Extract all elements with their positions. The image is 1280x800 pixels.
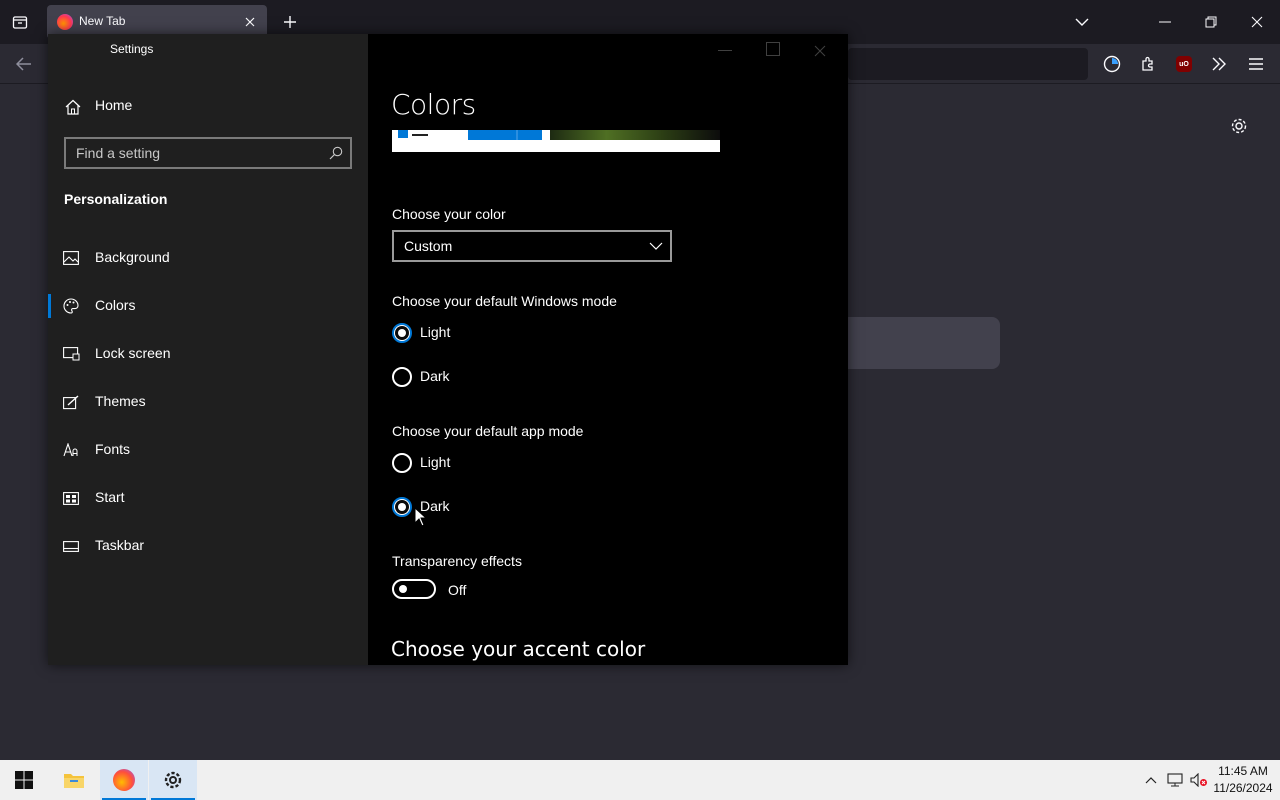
minimize-icon[interactable] [1142, 0, 1188, 44]
file-explorer-icon[interactable] [50, 760, 98, 800]
firefox-view-icon[interactable] [8, 10, 32, 34]
back-arrow-icon[interactable] [10, 52, 38, 76]
choose-color-label: Choose your color [392, 206, 506, 222]
clock-date: 11/26/2024 [1213, 781, 1273, 795]
app-mode-light-radio[interactable]: Light [392, 451, 592, 475]
sidebar-item-background[interactable]: Background [48, 238, 368, 278]
mouse-cursor-icon [414, 507, 426, 527]
palette-icon [62, 297, 80, 315]
settings-content: Colors Choose your color Custom Choose y… [368, 34, 848, 665]
restore-icon[interactable] [1188, 0, 1234, 44]
page-title: Colors [391, 88, 476, 121]
window-controls [710, 34, 848, 66]
sidebar-item-label: Colors [95, 297, 136, 313]
ublock-icon[interactable]: uO [1172, 52, 1196, 76]
selection-indicator [48, 294, 51, 318]
sidebar-item-label: Start [95, 489, 125, 505]
double-chevron-icon[interactable] [1207, 52, 1231, 76]
radio-indicator [392, 453, 412, 473]
hamburger-menu-icon[interactable] [1244, 52, 1268, 76]
firefox-taskbar-icon[interactable] [100, 760, 148, 800]
sidebar-item-start[interactable]: Start [48, 478, 368, 518]
sidebar-item-label: Fonts [95, 441, 131, 457]
extensions-puzzle-icon[interactable] [1136, 52, 1160, 76]
settings-window: Settings Home Find a setting Personaliza… [48, 34, 848, 665]
page-search-box[interactable] [848, 317, 1000, 369]
gear-icon[interactable] [1228, 115, 1250, 137]
firefox-icon [57, 14, 73, 30]
settings-gear-icon[interactable] [149, 760, 197, 800]
chevron-down-icon [648, 238, 664, 254]
search-placeholder: Find a setting [76, 145, 161, 161]
section-heading: Personalization [64, 191, 168, 207]
sidebar-item-home[interactable]: Home [48, 90, 368, 122]
sidebar-item-themes[interactable]: Themes [48, 382, 368, 422]
maximize-icon[interactable] [766, 42, 780, 56]
radio-indicator [392, 367, 412, 387]
sidebar-item-taskbar[interactable]: Taskbar [48, 526, 368, 566]
window-title: Settings [110, 42, 154, 56]
home-icon [64, 98, 82, 116]
radio-label: Dark [420, 368, 450, 384]
app-mode-label: Choose your default app mode [392, 423, 584, 439]
radio-indicator [392, 497, 412, 517]
radio-indicator [392, 323, 412, 343]
search-input[interactable]: Find a setting [64, 137, 352, 169]
close-icon[interactable] [814, 42, 828, 57]
taskbar-clock[interactable]: 11:45 AM 11/26/2024 [1208, 763, 1278, 797]
url-bar[interactable] [848, 48, 1088, 80]
start-icon [62, 489, 80, 507]
sidebar-item-label: Home [95, 97, 133, 113]
taskbar-icon [62, 537, 80, 555]
search-icon[interactable] [328, 145, 344, 161]
close-tab-icon[interactable] [241, 13, 259, 31]
minimize-icon[interactable] [718, 50, 732, 51]
sidebar-item-label: Themes [95, 393, 146, 409]
sidebar-item-label: Lock screen [95, 345, 171, 361]
accent-color-heading: Choose your accent color [391, 637, 646, 661]
transparency-toggle[interactable] [392, 579, 436, 599]
sidebar-item-lock-screen[interactable]: Lock screen [48, 334, 368, 374]
toggle-state-label: Off [448, 582, 467, 598]
new-tab-icon[interactable] [278, 10, 302, 34]
settings-sidebar: Settings Home Find a setting Personaliza… [48, 34, 368, 665]
sidebar-item-fonts[interactable]: Fonts [48, 430, 368, 470]
monitor-extension-icon[interactable] [1100, 52, 1124, 76]
choose-color-dropdown[interactable]: Custom [392, 230, 672, 262]
sidebar-item-colors[interactable]: Colors [48, 286, 368, 326]
chevron-down-icon[interactable] [1070, 10, 1094, 34]
windows-mode-dark-radio[interactable]: Dark [392, 365, 592, 389]
picture-icon [62, 249, 80, 267]
clock-time: 11:45 AM [1218, 764, 1268, 778]
toggle-knob [399, 585, 407, 593]
fonts-icon [62, 441, 80, 459]
close-window-icon[interactable] [1234, 0, 1280, 44]
radio-label: Light [420, 454, 451, 470]
sidebar-item-label: Background [95, 249, 170, 265]
tab-title: New Tab [79, 14, 126, 28]
windows-taskbar: 11:45 AM 11/26/2024 [0, 760, 1280, 800]
windows-mode-label: Choose your default Windows mode [392, 293, 617, 309]
sidebar-item-label: Taskbar [95, 537, 145, 553]
windows-start-icon[interactable] [0, 760, 48, 800]
chevron-up-icon[interactable] [1139, 760, 1163, 800]
dropdown-value: Custom [404, 238, 453, 254]
theme-preview-image [392, 130, 720, 152]
network-icon[interactable] [1163, 760, 1187, 800]
transparency-label: Transparency effects [392, 553, 522, 569]
windows-mode-light-radio[interactable]: Light [392, 321, 592, 345]
themes-icon [62, 393, 80, 411]
lock-screen-icon [62, 345, 80, 363]
radio-label: Light [420, 324, 451, 340]
